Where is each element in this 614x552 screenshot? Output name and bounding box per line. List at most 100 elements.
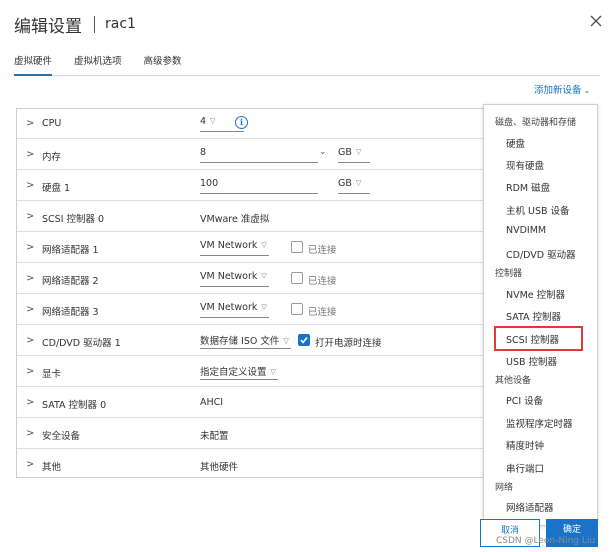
menu-item-nvme-controller[interactable]: NVMe 控制器 — [506, 287, 565, 301]
watermark: CSDN @Leon-Ning Liu — [496, 536, 596, 546]
tab-bar: 虚拟硬件 虚拟机选项 高级参数 — [14, 56, 600, 76]
row-label: 安全设备 — [42, 431, 81, 442]
row-net1: > 网络适配器 1 VM Network ▽ 已连接 — [17, 233, 485, 263]
row-label: CPU — [42, 118, 62, 129]
menu-section-network: 网络 — [495, 483, 514, 493]
menu-item-hard-disk[interactable]: 硬盘 — [506, 136, 525, 150]
chevron-right-icon[interactable]: > — [26, 118, 36, 130]
chevron-right-icon[interactable]: > — [26, 211, 36, 223]
row-label: 网络适配器 3 — [42, 307, 99, 318]
chevron-right-icon[interactable]: > — [26, 149, 36, 161]
menu-section-controllers: 控制器 — [495, 269, 523, 279]
connected-checkbox[interactable] — [291, 272, 303, 284]
memory-unit: GB — [338, 147, 352, 158]
tab-advanced-params[interactable]: 高级参数 — [144, 56, 182, 76]
vm-name: rac1 — [105, 16, 136, 32]
row-label: SCSI 控制器 0 — [42, 214, 105, 225]
network-select[interactable]: VM Network ▽ — [200, 271, 269, 287]
chevron-right-icon[interactable]: > — [26, 180, 36, 192]
video-card-value: 指定自定义设置 — [200, 367, 267, 378]
sata-mode-value: AHCI — [200, 397, 224, 408]
menu-item-host-usb-device[interactable]: 主机 USB 设备 — [506, 203, 570, 217]
menu-section-storage: 磁盘、驱动器和存储 — [495, 118, 577, 128]
add-new-device-label: 添加新设备 — [534, 85, 582, 96]
chevron-down-icon: ▽ — [261, 272, 267, 280]
menu-section-other-devices: 其他设备 — [495, 376, 532, 386]
menu-item-sata-controller[interactable]: SATA 控制器 — [506, 309, 561, 323]
chevron-right-icon[interactable]: > — [26, 459, 36, 471]
connected-label: 已连接 — [308, 276, 337, 287]
disk-size-input[interactable]: 100 — [200, 178, 318, 194]
tab-virtual-hardware[interactable]: 虚拟硬件 — [14, 56, 53, 76]
chevron-down-icon: ▽ — [261, 303, 267, 311]
network-select[interactable]: VM Network ▽ — [200, 240, 269, 256]
connected-label: 已连接 — [308, 307, 337, 318]
menu-item-serial-port[interactable]: 串行端口 — [506, 461, 544, 475]
memory-input[interactable]: 8 — [200, 147, 318, 163]
row-label: CD/DVD 驱动器 1 — [42, 338, 121, 349]
chevron-down-icon: ▽ — [261, 241, 267, 249]
add-device-menu: 磁盘、驱动器和存储 硬盘 现有硬盘 RDM 磁盘 主机 USB 设备 NVDIM… — [483, 104, 598, 526]
chevron-down-icon: ▽ — [355, 179, 362, 187]
row-cd-dvd1: > CD/DVD 驱动器 1 数据存储 ISO 文件 ▽ 打开电源时连接 — [17, 326, 485, 356]
menu-item-nvdimm[interactable]: NVDIMM — [506, 225, 546, 236]
row-cpu: > CPU 4 ▽ i — [17, 109, 485, 139]
network-select[interactable]: VM Network ▽ — [200, 302, 269, 318]
hardware-table: > CPU 4 ▽ i > 内存 8 ⌄ GB ▽ > 硬盘 1 100 GB ▽ >… — [16, 108, 485, 480]
menu-item-cd-dvd-drive[interactable]: CD/DVD 驱动器 — [506, 247, 576, 261]
disk-unit-select[interactable]: GB ▽ — [338, 178, 370, 194]
chevron-right-icon[interactable]: > — [26, 366, 36, 378]
other-value: 其他硬件 — [200, 462, 239, 473]
menu-item-network-adapter[interactable]: 网络适配器 — [506, 500, 554, 514]
row-label: 网络适配器 2 — [42, 276, 99, 287]
dialog-title: 编辑设置 — [14, 16, 82, 37]
video-card-select[interactable]: 指定自定义设置 ▽ — [200, 364, 278, 380]
close-icon[interactable] — [588, 13, 604, 29]
row-label: 内存 — [42, 152, 62, 163]
chevron-right-icon[interactable]: > — [26, 397, 36, 409]
connected-checkbox[interactable] — [291, 303, 303, 315]
menu-item-precision-clock[interactable]: 精度时钟 — [506, 438, 544, 452]
network-value: VM Network — [200, 240, 258, 251]
memory-unit-select[interactable]: GB ▽ — [338, 147, 370, 163]
connected-label: 已连接 — [308, 245, 337, 256]
chevron-right-icon[interactable]: > — [26, 428, 36, 440]
dialog-header: 编辑设置 rac1 — [14, 12, 136, 37]
add-new-device-button[interactable]: 添加新设备 ⌄ — [534, 82, 590, 96]
menu-item-pci-device[interactable]: PCI 设备 — [506, 393, 543, 407]
info-icon[interactable]: i — [235, 116, 248, 129]
chevron-right-icon[interactable]: > — [26, 304, 36, 316]
menu-item-scsi-controller[interactable]: SCSI 控制器 — [506, 332, 559, 346]
connect-at-power-on-checkbox[interactable] — [298, 334, 310, 346]
chevron-down-icon: ▽ — [355, 148, 362, 156]
cd-source-select[interactable]: 数据存储 ISO 文件 ▽ — [200, 333, 291, 349]
menu-item-rdm-disk[interactable]: RDM 磁盘 — [506, 180, 550, 194]
menu-item-existing-hard-disk[interactable]: 现有硬盘 — [506, 158, 544, 172]
chevron-right-icon[interactable]: > — [26, 335, 36, 347]
connected-checkbox[interactable] — [291, 241, 303, 253]
row-other: > 其他 其他硬件 — [17, 450, 485, 480]
tab-vm-options[interactable]: 虚拟机选项 — [74, 56, 122, 76]
chevron-down-icon: ▽ — [283, 337, 289, 345]
network-value: VM Network — [200, 302, 258, 313]
row-net3: > 网络适配器 3 VM Network ▽ 已连接 — [17, 295, 485, 325]
row-memory: > 内存 8 ⌄ GB ▽ — [17, 140, 485, 170]
menu-item-usb-controller[interactable]: USB 控制器 — [506, 354, 557, 368]
chevron-down-icon[interactable]: ⌄ — [319, 147, 327, 157]
menu-item-watchdog-timer[interactable]: 监视程序定时器 — [506, 416, 573, 430]
row-label: 其他 — [42, 462, 62, 473]
chevron-right-icon[interactable]: > — [26, 242, 36, 254]
network-value: VM Network — [200, 271, 258, 282]
row-net2: > 网络适配器 2 VM Network ▽ 已连接 — [17, 264, 485, 294]
chevron-down-icon: ▽ — [210, 117, 216, 125]
row-security-devices: > 安全设备 未配置 — [17, 419, 485, 449]
row-label: SATA 控制器 0 — [42, 400, 107, 411]
security-value: 未配置 — [200, 431, 229, 442]
row-disk1: > 硬盘 1 100 GB ▽ — [17, 171, 485, 201]
chevron-down-icon: ⌄ — [583, 86, 591, 95]
row-sata0: > SATA 控制器 0 AHCI — [17, 388, 485, 418]
row-label: 硬盘 1 — [42, 183, 71, 194]
connect-at-power-on-label: 打开电源时连接 — [315, 338, 382, 349]
check-icon — [300, 337, 308, 344]
chevron-right-icon[interactable]: > — [26, 273, 36, 285]
